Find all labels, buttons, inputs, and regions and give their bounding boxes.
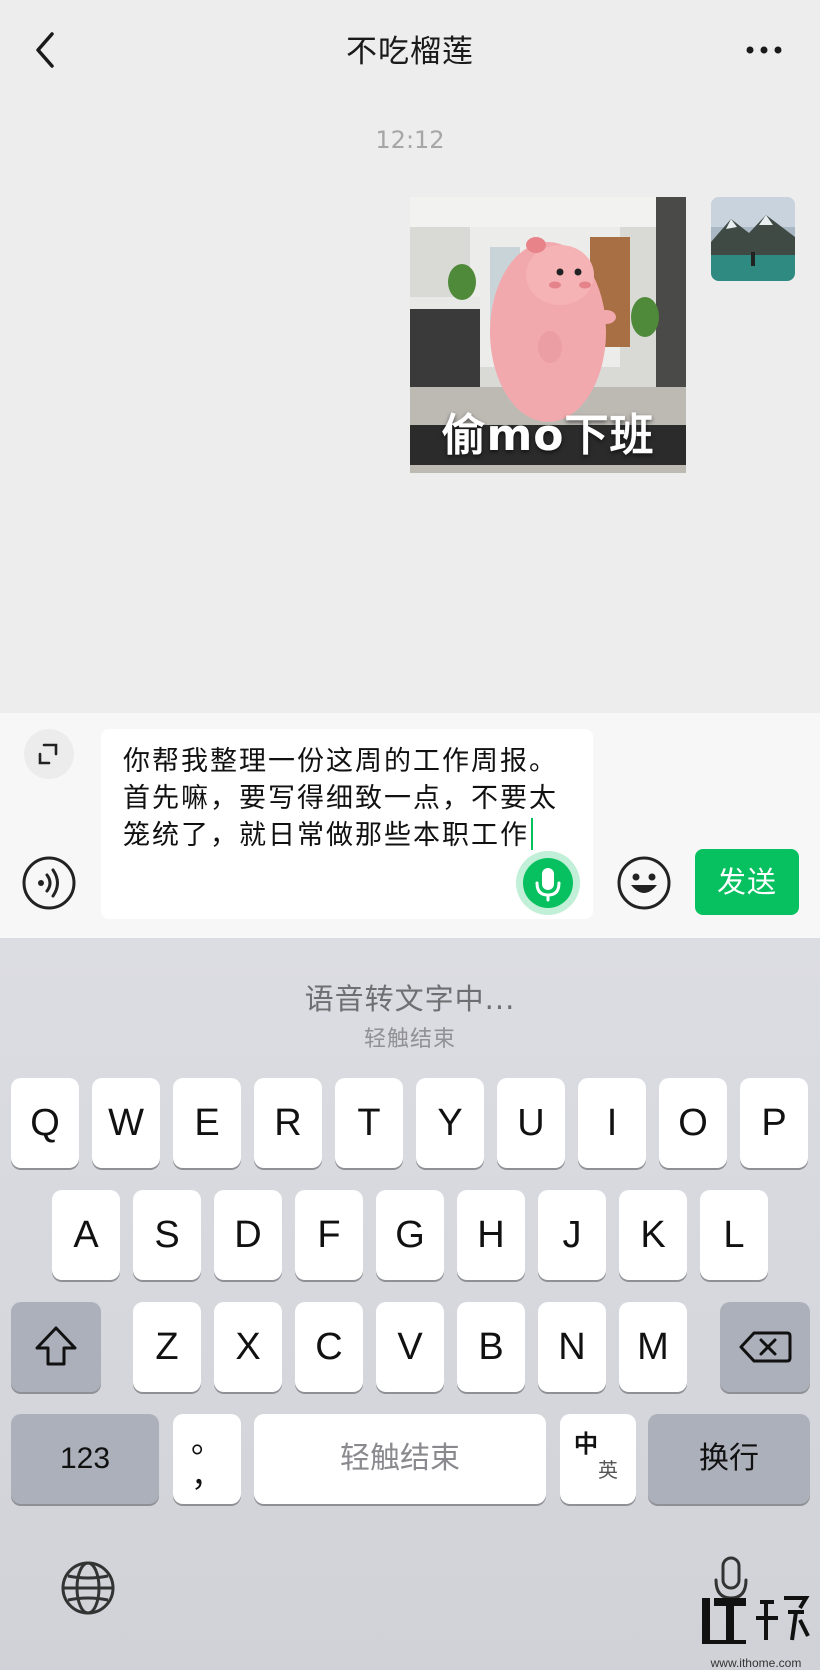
key-s[interactable]: S <box>133 1190 201 1280</box>
key-z[interactable]: Z <box>133 1302 201 1392</box>
key-r[interactable]: R <box>254 1078 322 1168</box>
key-b[interactable]: B <box>457 1302 525 1392</box>
ithome-logo <box>702 1596 810 1644</box>
key-n[interactable]: N <box>538 1302 606 1392</box>
avatar-image <box>711 197 795 281</box>
watermark-url: www.ithome.com <box>710 1656 802 1670</box>
expand-icon <box>38 743 58 765</box>
key-l[interactable]: L <box>700 1190 768 1280</box>
lang-cn-label: 中 <box>574 1431 598 1458</box>
key-h[interactable]: H <box>457 1190 525 1280</box>
speech-hint[interactable]: 轻触结束 <box>0 1021 820 1053</box>
backspace-icon <box>739 1331 792 1363</box>
language-switch-key[interactable]: 中 英 <box>560 1414 636 1504</box>
key-y[interactable]: Y <box>416 1078 484 1168</box>
send-button[interactable]: 发送 <box>695 849 799 915</box>
key-m[interactable]: M <box>619 1302 687 1392</box>
microphone-icon <box>535 868 561 902</box>
message-input-text: 你帮我整理一份这周的工作周报。首先嘛，要写得细致一点，不要太笼统了，就日常做那些… <box>123 746 558 851</box>
key-k[interactable]: K <box>619 1190 687 1280</box>
lang-en-label: 英 <box>598 1460 618 1482</box>
globe-icon[interactable] <box>60 1560 116 1616</box>
key-x[interactable]: X <box>214 1302 282 1392</box>
message-timestamp: 12:12 <box>375 126 445 154</box>
user-avatar[interactable] <box>711 197 795 281</box>
more-options-icon[interactable] <box>744 38 784 62</box>
text-cursor <box>531 818 533 850</box>
voice-wave-icon <box>22 856 76 910</box>
key-f[interactable]: F <box>295 1190 363 1280</box>
sticker-message[interactable]: 偷mo下班 <box>410 197 686 473</box>
ithome-watermark: www.ithome.com <box>700 1590 812 1670</box>
key-t[interactable]: T <box>335 1078 403 1168</box>
nav-bar: 不吃榴莲 <box>0 0 820 100</box>
key-u[interactable]: U <box>497 1078 565 1168</box>
key-c[interactable]: C <box>295 1302 363 1392</box>
emoji-button[interactable] <box>616 855 672 911</box>
punctuation-key[interactable]: 。 ， <box>173 1414 241 1504</box>
voice-input-active-button[interactable] <box>516 851 580 915</box>
key-o[interactable]: O <box>659 1078 727 1168</box>
key-e[interactable]: E <box>173 1078 241 1168</box>
key-j[interactable]: J <box>538 1190 606 1280</box>
speech-status: 语音转文字中... <box>304 982 516 1016</box>
smiley-icon <box>617 856 671 910</box>
key-v[interactable]: V <box>376 1302 444 1392</box>
space-key[interactable]: 轻触结束 <box>254 1414 546 1504</box>
sticker-caption: 偷mo下班 <box>441 410 655 461</box>
shift-key[interactable] <box>11 1302 101 1392</box>
mic-inner <box>523 858 573 908</box>
numbers-key[interactable]: 123 <box>11 1414 159 1504</box>
delete-key[interactable] <box>720 1302 810 1392</box>
shift-icon <box>35 1326 77 1366</box>
key-a[interactable]: A <box>52 1190 120 1280</box>
key-p[interactable]: P <box>740 1078 808 1168</box>
voice-mode-button[interactable] <box>21 855 77 911</box>
key-d[interactable]: D <box>214 1190 282 1280</box>
key-g[interactable]: G <box>376 1190 444 1280</box>
chat-title: 不吃榴莲 <box>346 34 474 70</box>
key-i[interactable]: I <box>578 1078 646 1168</box>
return-key[interactable]: 换行 <box>648 1414 810 1504</box>
key-w[interactable]: W <box>92 1078 160 1168</box>
key-q[interactable]: Q <box>11 1078 79 1168</box>
expand-input-button[interactable] <box>24 729 74 779</box>
